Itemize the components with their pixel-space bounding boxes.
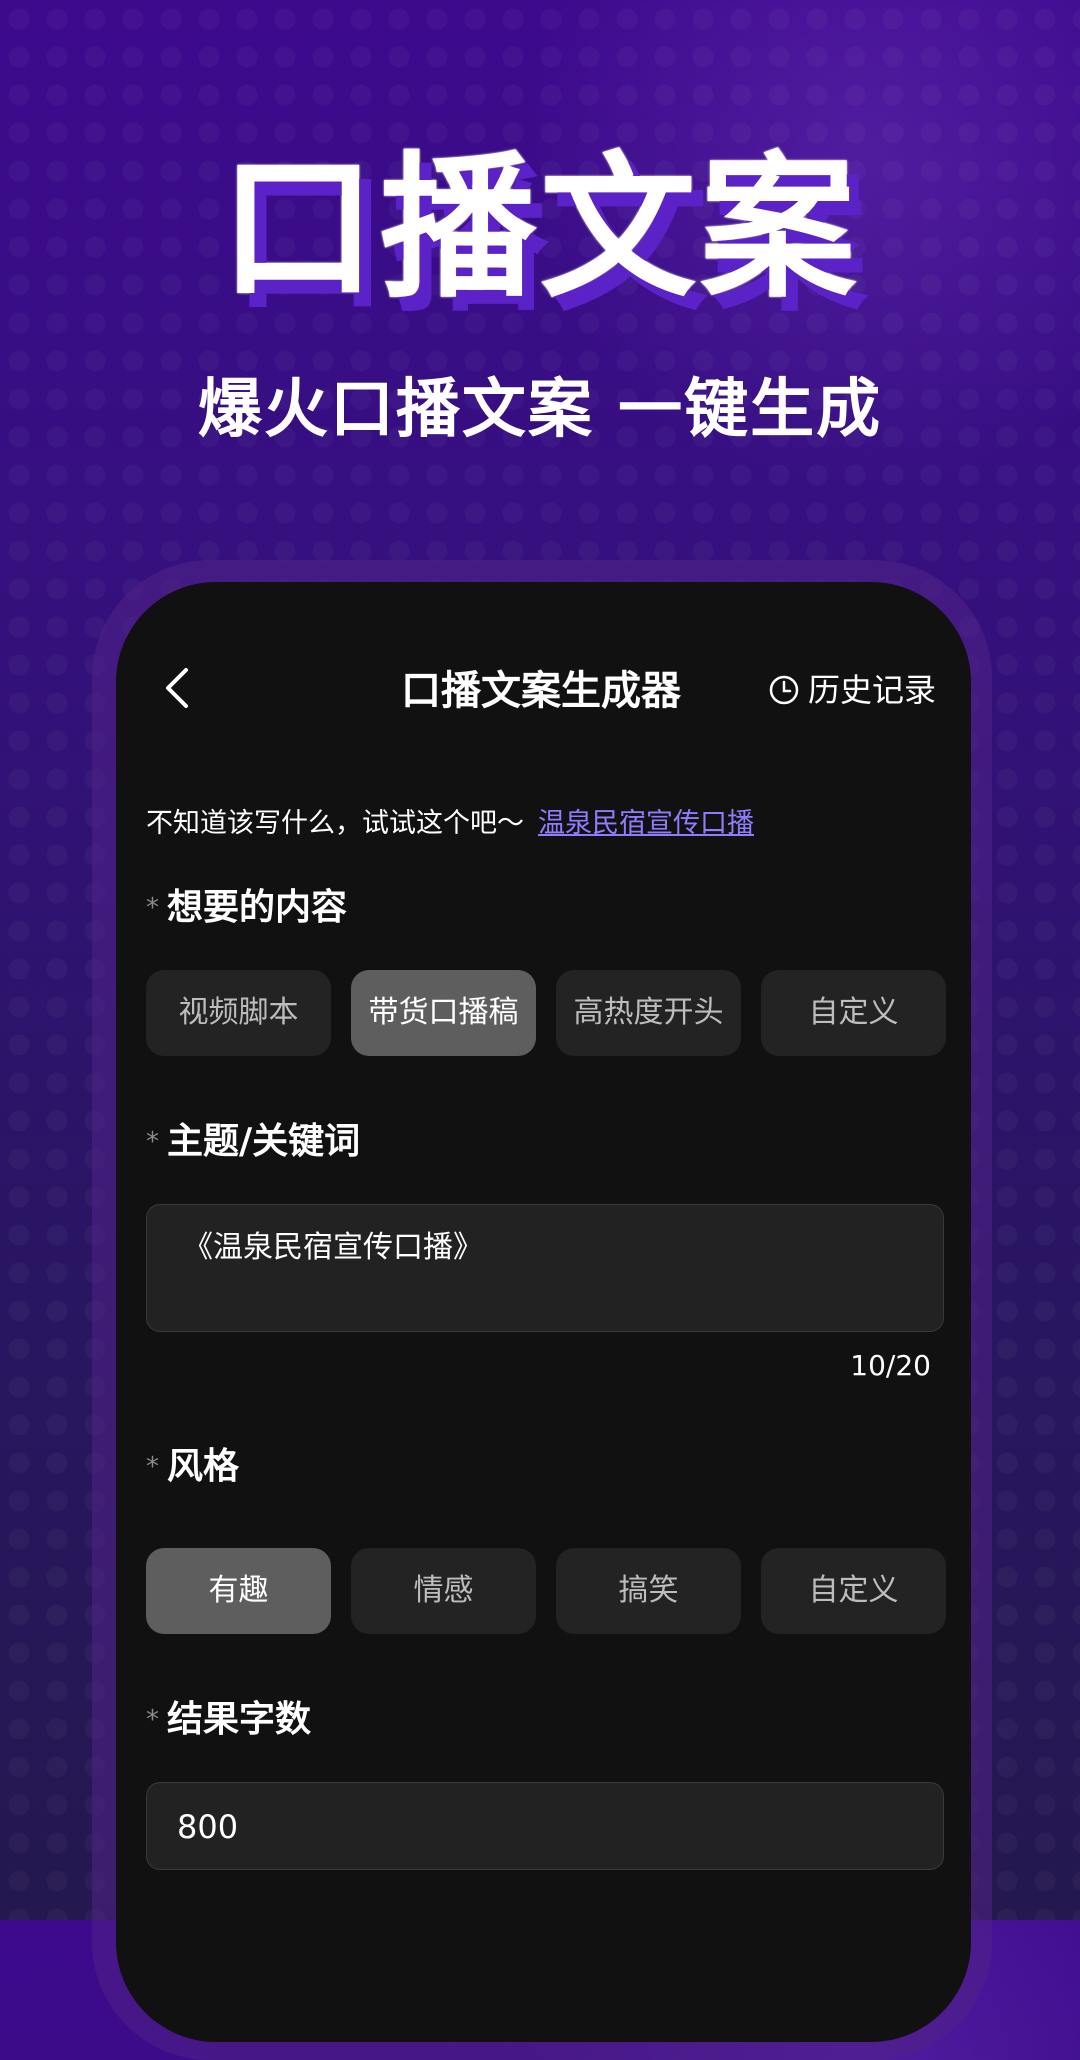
style-option-custom[interactable]: 自定义 — [761, 1548, 946, 1634]
topic-input-value: 《温泉民宿宣传口播》 — [183, 1230, 483, 1265]
wordcount-section-label: * 结果字数 — [146, 1702, 311, 1738]
required-mark: * — [146, 1127, 159, 1157]
hero-subtitle: 爆火口播文案 一键生成 — [197, 373, 883, 447]
topic-char-count: 10/20 — [850, 1349, 931, 1382]
topic-section-label: * 主题/关键词 — [146, 1124, 360, 1160]
history-label: 历史记录 — [808, 671, 937, 709]
suggestion-prompt: 不知道该写什么，试试这个吧～ — [146, 808, 524, 839]
content-option-hot-opening[interactable]: 高热度开头 — [556, 970, 741, 1056]
chevron-left-icon — [166, 668, 188, 708]
content-option-video-script[interactable]: 视频脚本 — [146, 970, 331, 1056]
suggestion-row: 不知道该写什么，试试这个吧～ 温泉民宿宣传口播 — [146, 810, 754, 837]
top-bar: 口播文案生成器 历史记录 — [116, 582, 971, 732]
wordcount-input-value: 800 — [177, 1808, 239, 1846]
suggestion-link[interactable]: 温泉民宿宣传口播 — [538, 808, 754, 839]
content-section-label: * 想要的内容 — [146, 890, 347, 926]
style-option-funny[interactable]: 搞笑 — [556, 1548, 741, 1634]
style-label-text: 风格 — [167, 1446, 240, 1487]
topic-label-text: 主题/关键词 — [167, 1121, 361, 1162]
content-label-text: 想要的内容 — [167, 887, 348, 928]
content-option-custom[interactable]: 自定义 — [761, 970, 946, 1056]
clock-icon — [769, 675, 799, 705]
content-option-sales-script[interactable]: 带货口播稿 — [351, 970, 536, 1056]
content-options: 视频脚本 带货口播稿 高热度开头 自定义 — [146, 970, 946, 1056]
topic-input[interactable]: 《温泉民宿宣传口播》 — [146, 1204, 944, 1332]
history-button[interactable]: 历史记录 — [768, 674, 936, 706]
required-mark: * — [146, 1452, 159, 1482]
style-option-emotional[interactable]: 情感 — [351, 1548, 536, 1634]
style-section-label: * 风格 — [146, 1449, 239, 1485]
hero-title: 口播文案 — [220, 137, 860, 319]
wordcount-input[interactable]: 800 — [146, 1782, 944, 1870]
wordcount-label-text: 结果字数 — [167, 1699, 312, 1740]
style-options: 有趣 情感 搞笑 自定义 — [146, 1548, 946, 1634]
required-mark: * — [146, 1705, 159, 1735]
required-mark: * — [146, 893, 159, 923]
back-button[interactable] — [158, 668, 198, 708]
style-option-fun[interactable]: 有趣 — [146, 1548, 331, 1634]
page-title: 口播文案生成器 — [401, 668, 681, 714]
phone-screen: 口播文案生成器 历史记录 不知道该写什么，试试这个吧～ 温泉民宿宣传口播 * 想要… — [116, 582, 971, 2042]
